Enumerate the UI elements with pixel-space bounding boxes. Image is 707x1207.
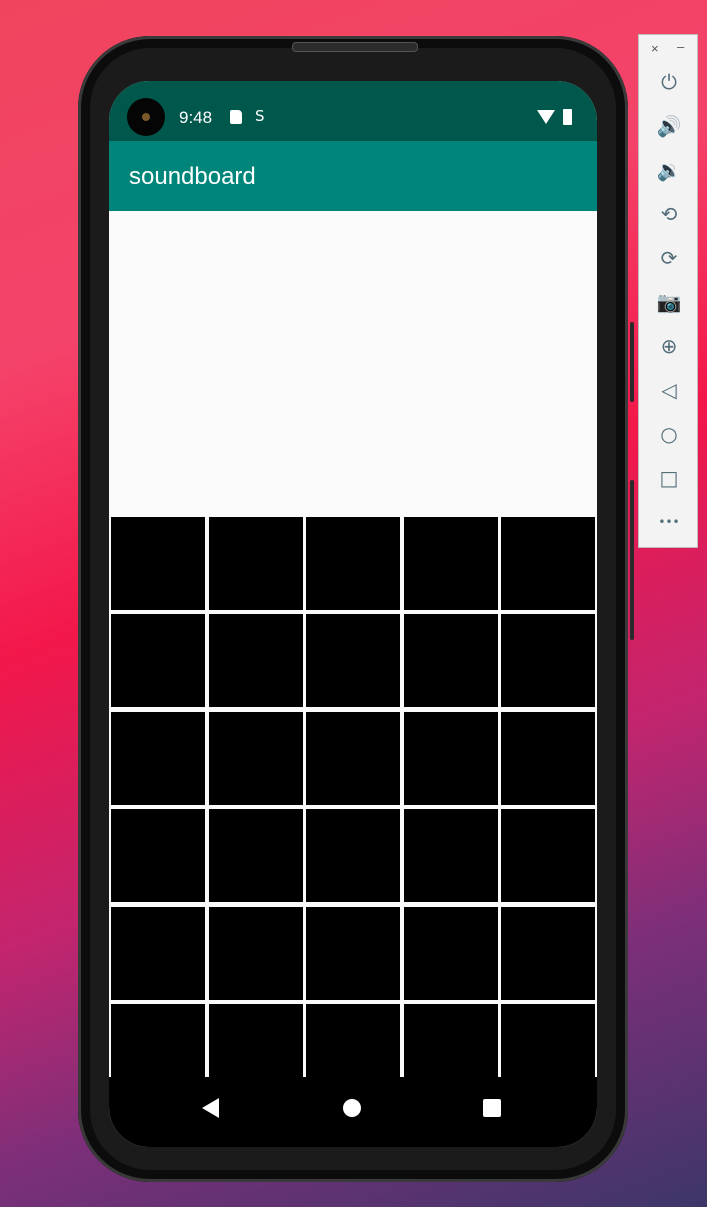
sound-pad-button[interactable]	[501, 907, 595, 1000]
sound-pad-button[interactable]	[404, 614, 498, 707]
sound-pad-button[interactable]	[111, 907, 205, 1000]
overview-icon[interactable]: □	[653, 462, 685, 494]
rotate-right-icon[interactable]: ⟳	[653, 242, 685, 274]
speaker-grille	[292, 42, 418, 52]
sound-pad-button[interactable]	[306, 712, 400, 805]
power-icon[interactable]: ⏻	[653, 66, 685, 98]
rotate-left-icon[interactable]: ⟲	[653, 198, 685, 230]
status-bar: 9:48 S	[109, 81, 597, 141]
side-button-power	[630, 322, 634, 402]
minimize-icon[interactable]: –	[677, 39, 684, 54]
wifi-icon	[537, 110, 555, 124]
close-icon[interactable]: ×	[651, 41, 659, 56]
zoom-icon[interactable]: ⊕	[653, 330, 685, 362]
emulator-toolbar: × – ⏻ 🔊 🔉 ⟲ ⟳ 📷 ⊕ ◁ ○ □ •••	[638, 34, 698, 548]
sound-pad-button[interactable]	[404, 907, 498, 1000]
sound-pad-button[interactable]	[306, 809, 400, 902]
nav-home-button[interactable]	[343, 1099, 361, 1117]
navigation-bar	[109, 1077, 597, 1147]
sound-pad-button[interactable]	[209, 809, 303, 902]
sound-pad-button[interactable]	[209, 907, 303, 1000]
battery-icon	[563, 109, 572, 125]
nav-back-button[interactable]	[202, 1098, 219, 1118]
camera-icon[interactable]: 📷	[653, 286, 685, 318]
notification-s-icon: S	[255, 107, 265, 125]
status-time: 9:48	[179, 108, 213, 127]
sound-pad-button[interactable]	[501, 809, 595, 902]
nav-recents-button[interactable]	[483, 1099, 501, 1117]
sound-pad-button[interactable]	[404, 809, 498, 902]
app-title: soundboard	[129, 163, 256, 190]
sound-pad-button[interactable]	[111, 614, 205, 707]
sound-pad-button[interactable]	[404, 712, 498, 805]
sound-pad-button[interactable]	[306, 907, 400, 1000]
sound-pad-button[interactable]	[209, 614, 303, 707]
device-screen: 9:48 S soundboard	[109, 81, 597, 1147]
sound-pad-button[interactable]	[306, 517, 400, 610]
home-icon[interactable]: ○	[653, 418, 685, 450]
content-area	[109, 211, 597, 1097]
sound-pad-button[interactable]	[404, 517, 498, 610]
back-icon[interactable]: ◁	[653, 374, 685, 406]
app-toolbar: soundboard	[109, 141, 597, 211]
sd-card-icon	[230, 110, 242, 124]
sound-pad-button[interactable]	[501, 712, 595, 805]
sound-pad-button[interactable]	[111, 712, 205, 805]
volume-up-icon[interactable]: 🔊	[653, 110, 685, 142]
front-camera	[127, 98, 165, 136]
sound-pad-button[interactable]	[501, 517, 595, 610]
more-icon[interactable]: •••	[653, 506, 685, 538]
side-button-volume	[630, 480, 634, 640]
sound-pad-button[interactable]	[209, 517, 303, 610]
sound-pad-button[interactable]	[111, 517, 205, 610]
sound-pad-button[interactable]	[111, 809, 205, 902]
sound-pad-button[interactable]	[501, 614, 595, 707]
volume-down-icon[interactable]: 🔉	[653, 154, 685, 186]
sound-pad-button[interactable]	[306, 614, 400, 707]
sound-pad-button[interactable]	[209, 712, 303, 805]
